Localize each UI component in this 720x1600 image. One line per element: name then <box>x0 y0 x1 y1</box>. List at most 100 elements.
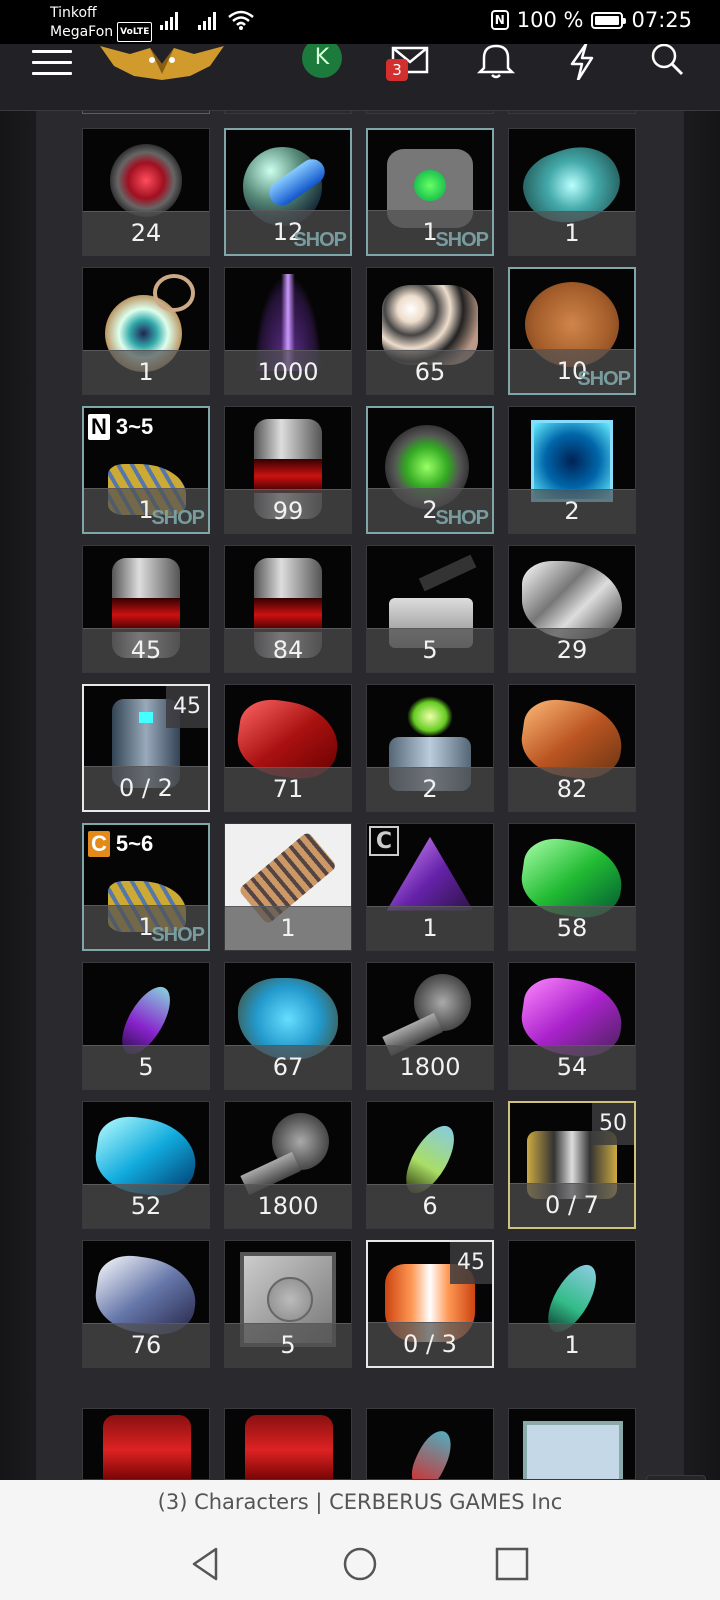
item-quantity: 5 <box>367 628 493 672</box>
inventory-item[interactable]: 99 <box>224 406 352 534</box>
inventory-item[interactable]: 2 <box>366 684 494 812</box>
lightning-icon[interactable] <box>562 44 602 80</box>
back-icon[interactable] <box>188 1546 224 1582</box>
android-nav-bar <box>0 1524 720 1600</box>
item-level: 45 <box>166 686 208 728</box>
item-quantity: 1 <box>509 211 635 255</box>
battery-icon <box>591 11 627 29</box>
signal-icon <box>160 10 178 30</box>
inventory-item[interactable]: 6 <box>366 1101 494 1229</box>
inventory-item[interactable]: 1 <box>82 267 210 395</box>
inventory-item[interactable]: 29 <box>508 545 636 673</box>
item-quantity: 82 <box>509 767 635 811</box>
inventory-item[interactable]: 84 <box>224 545 352 673</box>
shop-tag: SHOP <box>151 924 205 946</box>
item-quantity: 71 <box>225 767 351 811</box>
wifi-icon <box>228 10 254 30</box>
item-level: 50 <box>592 1103 634 1145</box>
inventory-item[interactable]: 5 <box>366 545 494 673</box>
app-header: K 3 <box>0 38 720 111</box>
item-quantity: 6 <box>367 1184 493 1228</box>
inventory-item[interactable]: 67 <box>224 962 352 1090</box>
menu-icon[interactable] <box>32 50 72 78</box>
inventory-item[interactable]: 1 <box>224 823 352 951</box>
grade-tag: C 5~6 <box>88 831 153 857</box>
inventory-item[interactable]: 5 <box>224 1240 352 1368</box>
avatar[interactable]: K <box>302 38 342 78</box>
item-quantity: 52 <box>83 1184 209 1228</box>
item-quantity: 1 <box>225 906 351 950</box>
inventory-item[interactable]: 1800 <box>366 962 494 1090</box>
item-quantity: 0 / 3 <box>368 1322 492 1366</box>
item-quantity: 2 <box>367 767 493 811</box>
grade-tag: N 3~5 <box>88 414 153 440</box>
item-quantity: 24 <box>83 211 209 255</box>
signal-icon-2 <box>198 10 216 30</box>
inventory-item[interactable]: C1 <box>366 823 494 951</box>
inventory-item[interactable]: 50 0 / 7 <box>508 1101 636 1229</box>
item-level: 45 <box>450 1242 492 1284</box>
inventory-item[interactable]: 65 <box>366 267 494 395</box>
grade-tag: C <box>369 826 399 856</box>
inventory-page: 24 12 SHOP 1 SHOP 1 1 1000 65 10 SHOP N 3~5 1 SHOP 99 2 S… <box>0 110 720 1480</box>
recents-icon[interactable] <box>494 1546 530 1582</box>
item-quantity: 29 <box>509 628 635 672</box>
inventory-item-partial[interactable] <box>508 1408 636 1480</box>
item-quantity: 58 <box>509 906 635 950</box>
shop-tag: SHOP <box>151 507 205 529</box>
inventory-item[interactable]: N 3~5 1 SHOP <box>82 406 210 534</box>
item-quantity: 84 <box>225 628 351 672</box>
carrier-2: MegaFon <box>50 24 114 40</box>
inventory-item[interactable]: 45 0 / 2 <box>82 684 210 812</box>
item-quantity: 76 <box>83 1323 209 1367</box>
mail-badge: 3 <box>386 59 408 81</box>
item-quantity: 2 <box>509 489 635 533</box>
inventory-item[interactable]: C 5~6 1 SHOP <box>82 823 210 951</box>
item-quantity: 5 <box>225 1323 351 1367</box>
item-quantity: 1 <box>83 350 209 394</box>
inventory-item[interactable]: 12 SHOP <box>224 128 352 256</box>
carrier-1: Tinkoff <box>50 5 97 21</box>
item-quantity: 54 <box>509 1045 635 1089</box>
inventory-item[interactable]: 2 <box>508 406 636 534</box>
item-quantity: 1800 <box>367 1045 493 1089</box>
item-quantity: 0 / 7 <box>510 1183 634 1227</box>
home-icon[interactable] <box>342 1546 378 1582</box>
volte-badge: VoLTE <box>117 22 153 42</box>
item-quantity: 1800 <box>225 1184 351 1228</box>
nfc-icon: N <box>490 10 509 30</box>
inventory-item[interactable]: 1000 <box>224 267 352 395</box>
shop-tag: SHOP <box>435 507 489 529</box>
inventory-item[interactable]: 1 <box>508 128 636 256</box>
inventory-item[interactable]: 76 <box>82 1240 210 1368</box>
item-quantity: 1 <box>367 906 493 950</box>
inventory-item[interactable]: 1 SHOP <box>366 128 494 256</box>
item-quantity: 99 <box>225 489 351 533</box>
inventory-item[interactable]: 54 <box>508 962 636 1090</box>
inventory-item[interactable]: 45 0 / 3 <box>366 1240 494 1368</box>
carrier-info: Tinkoff MegaFon VoLTE <box>50 4 153 42</box>
inventory-item[interactable]: 5 <box>82 962 210 1090</box>
inventory-item[interactable]: 2 SHOP <box>366 406 494 534</box>
item-quantity: 65 <box>367 350 493 394</box>
inventory-item[interactable]: 10 SHOP <box>508 267 636 395</box>
inventory-item-partial[interactable] <box>224 1408 352 1480</box>
inventory-item[interactable]: 45 <box>82 545 210 673</box>
search-icon[interactable] <box>648 44 688 80</box>
item-quantity: 67 <box>225 1045 351 1089</box>
inventory-item[interactable]: 82 <box>508 684 636 812</box>
inventory-item-partial[interactable] <box>366 1408 494 1480</box>
inventory-item[interactable]: 24 <box>82 128 210 256</box>
inventory-item[interactable]: 52 <box>82 1101 210 1229</box>
item-quantity: 45 <box>83 628 209 672</box>
cerberus-logo[interactable] <box>100 44 224 80</box>
shop-tag: SHOP <box>293 229 347 251</box>
inventory-item-partial[interactable] <box>82 1408 210 1480</box>
inventory-item[interactable]: 58 <box>508 823 636 951</box>
inventory-item[interactable]: 1 <box>508 1240 636 1368</box>
inventory-item[interactable]: 71 <box>224 684 352 812</box>
inventory-item[interactable]: 1800 <box>224 1101 352 1229</box>
shop-tag: SHOP <box>435 229 489 251</box>
bell-icon[interactable] <box>476 44 516 80</box>
status-bar: Tinkoff MegaFon VoLTE N 100 % 07:25 <box>0 0 720 44</box>
